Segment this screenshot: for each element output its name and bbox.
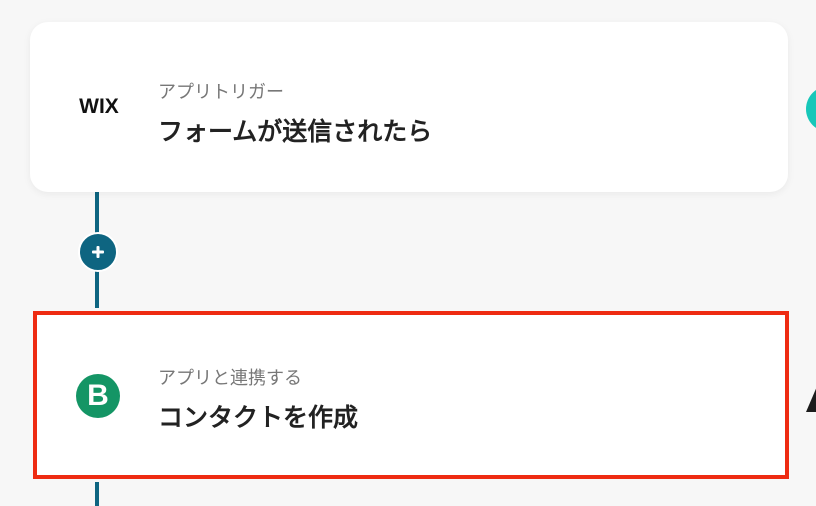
side-teal-circle-icon (806, 86, 816, 132)
trigger-step-subtitle: アプリトリガー (158, 82, 284, 103)
flow-connector-line-bottom (95, 482, 99, 506)
wix-logo: WIX (79, 95, 119, 118)
trigger-step-title: フォームが送信されたら (158, 117, 433, 146)
plus-icon (92, 246, 104, 258)
action-step-card[interactable] (36, 314, 786, 476)
action-step-subtitle: アプリと連携する (158, 368, 302, 389)
trigger-step-card[interactable] (30, 22, 788, 192)
side-triangle-icon (806, 384, 816, 412)
add-step-button[interactable] (78, 232, 118, 272)
action-step-title: コンタクトを作成 (158, 403, 359, 432)
bigin-logo: B (76, 374, 120, 418)
